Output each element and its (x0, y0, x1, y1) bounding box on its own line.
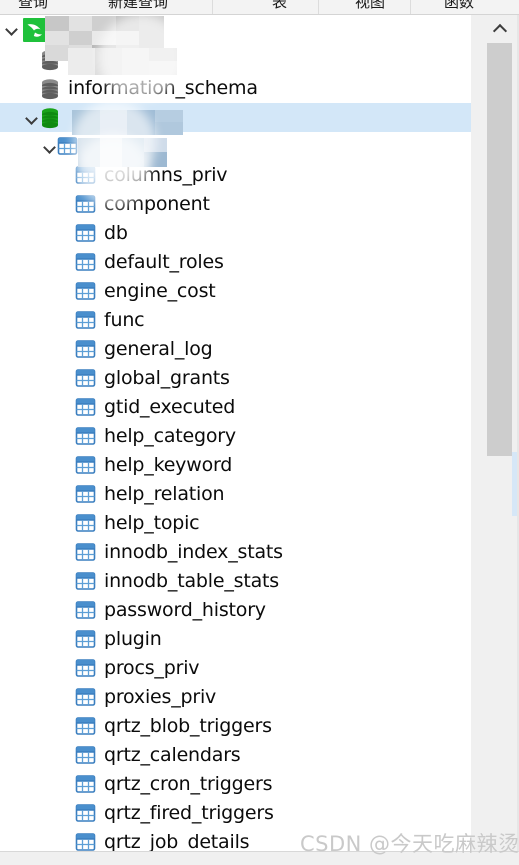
table-icon (74, 654, 100, 683)
blur-overlay-tables-folder (76, 134, 150, 208)
toolbar-item-4[interactable]: 函数 (444, 0, 474, 12)
tree-node-tables-folder[interactable] (0, 132, 471, 161)
tree-node-label: func (104, 309, 145, 331)
table-icon (74, 596, 100, 625)
tree-node-table[interactable]: qrtz_blob_triggers (0, 712, 471, 741)
tree-node-database-2[interactable] (0, 103, 471, 132)
tree-node-label: gtid_executed (104, 396, 236, 418)
tree-node-label: help_topic (104, 512, 200, 534)
toolbar-item-0[interactable]: 查询 (18, 0, 48, 12)
tree-vertical-scrollbar[interactable] (487, 15, 512, 851)
tree-node-table[interactable]: innodb_table_stats (0, 567, 471, 596)
tree-node-table[interactable]: help_relation (0, 480, 471, 509)
database-object-tree[interactable]: information_schema columns_privcomponent d… (0, 15, 471, 851)
table-icon (74, 538, 100, 567)
tree-node-label: help_relation (104, 483, 225, 505)
table-icon (74, 625, 100, 654)
table-icon (74, 828, 100, 851)
tree-node-table[interactable]: qrtz_cron_triggers (0, 770, 471, 799)
table-icon (74, 306, 100, 335)
tree-node-table[interactable]: default_roles (0, 248, 471, 277)
tree-node-label: engine_cost (104, 280, 216, 302)
table-icon (74, 712, 100, 741)
toolbar-separator (410, 0, 411, 14)
csdn-watermark: CSDN @今天吃麻辣烫 (300, 832, 519, 856)
tree-node-label: proxies_priv (104, 686, 217, 708)
tree-node-table[interactable]: columns_priv (0, 161, 471, 190)
tree-node-label: help_category (104, 425, 236, 447)
tree-node-table[interactable]: gtid_executed (0, 393, 471, 422)
tree-node-table[interactable]: help_keyword (0, 451, 471, 480)
tree-node-label: qrtz_blob_triggers (104, 715, 272, 737)
tree-node-table[interactable]: procs_priv (0, 654, 471, 683)
top-toolbar: 查询 新建查询 表 视图 函数 (0, 0, 519, 15)
tree-node-table[interactable]: func (0, 306, 471, 335)
table-icon (74, 451, 100, 480)
tree-node-table[interactable]: help_category (0, 422, 471, 451)
table-icon (74, 335, 100, 364)
scrollbar-thumb[interactable] (487, 43, 512, 456)
tree-node-label: innodb_table_stats (104, 570, 279, 592)
tree-node-label: db (104, 222, 128, 244)
tree-node-table[interactable]: innodb_index_stats (0, 538, 471, 567)
tree-node-table[interactable]: engine_cost (0, 277, 471, 306)
table-icon (74, 219, 100, 248)
tree-node-label: general_log (104, 338, 213, 360)
table-icon (74, 567, 100, 596)
table-icon (74, 741, 100, 770)
table-icon (74, 364, 100, 393)
tree-node-label: help_keyword (104, 454, 233, 476)
toolbar-item-1[interactable]: 新建查询 (108, 0, 168, 12)
tree-node-table[interactable]: qrtz_fired_triggers (0, 799, 471, 828)
tree-node-label: global_grants (104, 367, 230, 389)
tree-node-label: qrtz_calendars (104, 744, 241, 766)
tree-node-table[interactable]: global_grants (0, 364, 471, 393)
table-icon (74, 683, 100, 712)
toolbar-separator (318, 0, 319, 14)
tree-node-table[interactable]: proxies_priv (0, 683, 471, 712)
table-icon (74, 480, 100, 509)
tree-node-table[interactable]: qrtz_calendars (0, 741, 471, 770)
database-icon-green (38, 103, 64, 132)
tree-node-label: default_roles (104, 251, 224, 273)
tree-node-database-1[interactable]: information_schema (0, 74, 471, 103)
tree-node-label: plugin (104, 628, 162, 650)
tree-node-label: password_history (104, 599, 266, 621)
table-icon (74, 799, 100, 828)
tree-node-table[interactable]: plugin (0, 625, 471, 654)
toolbar-item-2[interactable]: 表 (272, 0, 287, 12)
toolbar-item-3[interactable]: 视图 (355, 0, 385, 12)
table-icon (74, 393, 100, 422)
blur-overlay-connection (98, 15, 184, 100)
tree-node-label: innodb_index_stats (104, 541, 283, 563)
tree-node-table[interactable]: help_topic (0, 509, 471, 538)
tree-node-table[interactable]: general_log (0, 335, 471, 364)
table-icon (74, 770, 100, 799)
chevron-up-icon[interactable] (487, 15, 512, 41)
database-icon-gray (38, 74, 64, 103)
tree-node-label: qrtz_job_details (104, 831, 250, 851)
tree-node-table[interactable]: db (0, 219, 471, 248)
tree-node-table[interactable]: password_history (0, 596, 471, 625)
tree-node-label: qrtz_fired_triggers (104, 802, 274, 824)
tree-node-label: qrtz_cron_triggers (104, 773, 273, 795)
tree-node-table[interactable]: component (0, 190, 471, 219)
table-icon (74, 277, 100, 306)
chevron-down-icon[interactable] (2, 15, 24, 43)
tree-node-label: procs_priv (104, 657, 200, 679)
table-icon (74, 248, 100, 277)
table-icon (74, 509, 100, 538)
table-icon (74, 422, 100, 451)
toolbar-separator (212, 0, 213, 14)
